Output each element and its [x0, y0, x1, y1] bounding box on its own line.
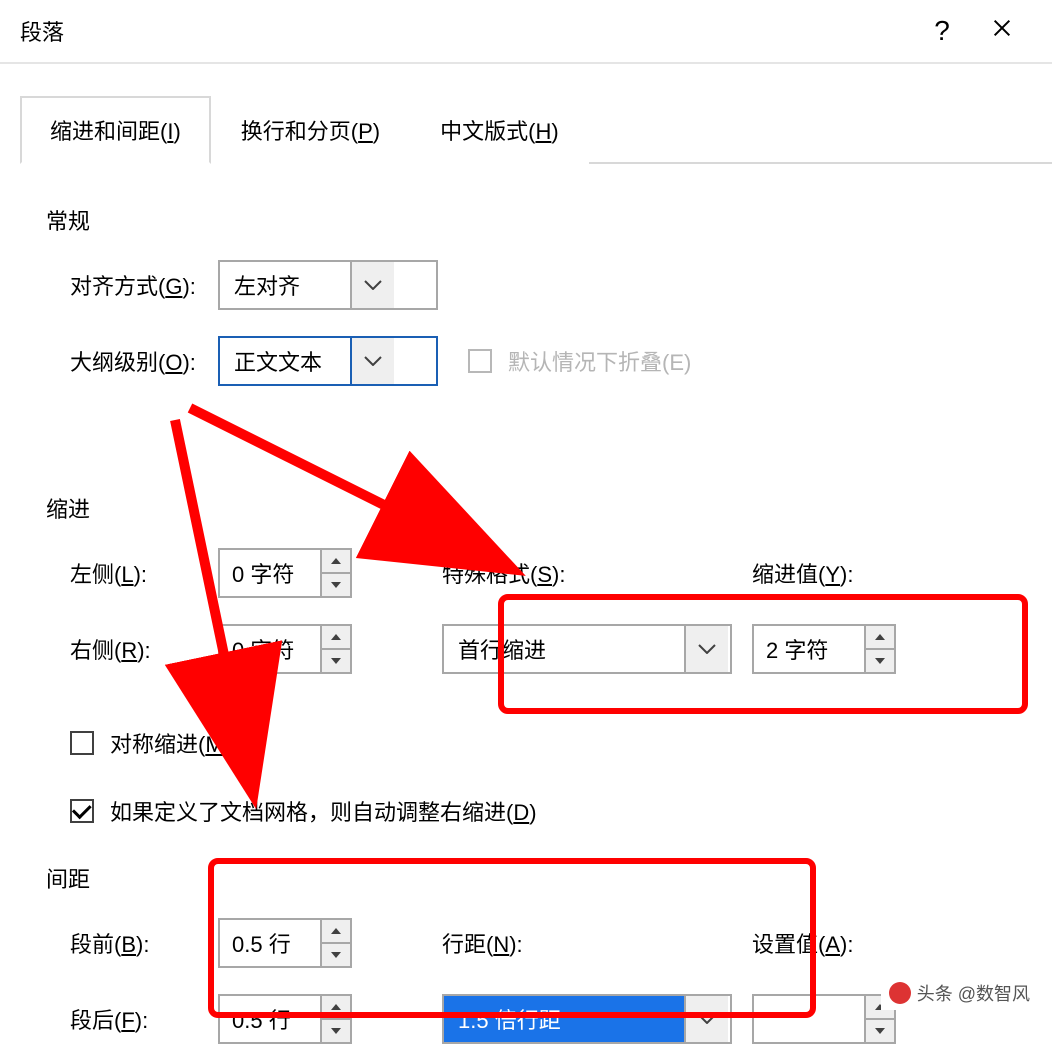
alignment-combo[interactable]: 左对齐	[218, 260, 438, 310]
spacing-at-label: 设置值(A):	[752, 927, 880, 959]
indent-left-label: 左侧(L):	[48, 557, 218, 589]
dialog-title: 段落	[20, 15, 912, 47]
collapse-label: 默认情况下折叠(E)	[508, 345, 691, 377]
watermark: 头条 @数智风	[881, 976, 1038, 1010]
space-before-label: 段前(B):	[48, 927, 218, 959]
indent-left-value: 0 字符	[220, 550, 320, 596]
auto-right-indent-label: 如果定义了文档网格，则自动调整右缩进(D)	[110, 795, 537, 827]
line-spacing-dropdown-button[interactable]	[684, 996, 728, 1042]
chevron-down-icon	[364, 356, 382, 366]
tab-label: 缩进和间距(I)	[50, 119, 181, 144]
chevron-down-icon	[698, 1014, 716, 1024]
spinner-up[interactable]	[322, 996, 350, 1020]
outline-label: 大纲级别(O):	[48, 345, 218, 377]
section-general: 常规	[46, 204, 1004, 236]
triangle-down-icon	[875, 658, 885, 664]
spacing-at-spinner[interactable]	[752, 994, 896, 1044]
triangle-down-icon	[331, 952, 341, 958]
tab-label: 换行和分页(P)	[241, 119, 380, 144]
collapse-checkbox[interactable]	[468, 349, 492, 373]
spinner-up[interactable]	[322, 550, 350, 574]
chevron-down-icon	[364, 280, 382, 290]
mirror-indent-label: 对称缩进(M)	[110, 727, 231, 759]
triangle-up-icon	[331, 634, 341, 640]
watermark-text: 头条 @数智风	[917, 980, 1030, 1006]
spinner-up[interactable]	[322, 920, 350, 944]
spinner-down[interactable]	[322, 650, 350, 672]
space-before-value: 0.5 行	[220, 920, 320, 966]
chevron-down-icon	[698, 644, 716, 654]
triangle-down-icon	[331, 658, 341, 664]
tab-label: 中文版式(H)	[440, 119, 559, 144]
special-format-dropdown-button[interactable]	[684, 626, 728, 672]
tab-pagination[interactable]: 换行和分页(P)	[211, 96, 410, 164]
indent-by-value: 2 字符	[754, 626, 864, 672]
spinner-down[interactable]	[322, 944, 350, 966]
indent-right-spinner[interactable]: 0 字符	[218, 624, 352, 674]
outline-dropdown-button[interactable]	[350, 338, 394, 384]
spinner-down[interactable]	[322, 1020, 350, 1042]
auto-right-indent-checkbox[interactable]	[70, 799, 94, 823]
space-after-label: 段后(F):	[48, 1003, 218, 1035]
indent-right-label: 右侧(R):	[48, 633, 218, 665]
dialog-titlebar: 段落 ?	[0, 0, 1052, 64]
mirror-indent-checkbox[interactable]	[70, 731, 94, 755]
indent-left-spinner[interactable]: 0 字符	[218, 548, 352, 598]
help-button[interactable]: ?	[912, 15, 972, 47]
tab-indent-spacing[interactable]: 缩进和间距(I)	[20, 96, 211, 164]
section-spacing: 间距	[46, 862, 1004, 894]
spinner-up[interactable]	[322, 626, 350, 650]
alignment-dropdown-button[interactable]	[350, 262, 394, 308]
triangle-up-icon	[331, 928, 341, 934]
special-format-combo[interactable]: 首行缩进	[442, 624, 732, 674]
space-after-value: 0.5 行	[220, 996, 320, 1042]
outline-combo[interactable]: 正文文本	[218, 336, 438, 386]
close-button[interactable]	[972, 17, 1032, 45]
space-before-spinner[interactable]: 0.5 行	[218, 918, 352, 968]
line-spacing-label: 行距(N):	[442, 927, 612, 959]
watermark-logo-icon	[889, 982, 911, 1004]
indent-right-value: 0 字符	[220, 626, 320, 672]
spacing-at-value	[754, 996, 864, 1042]
spinner-down[interactable]	[866, 1020, 894, 1042]
spinner-up[interactable]	[866, 626, 894, 650]
triangle-up-icon	[331, 558, 341, 564]
space-after-spinner[interactable]: 0.5 行	[218, 994, 352, 1044]
line-spacing-combo[interactable]: 1.5 倍行距	[442, 994, 732, 1044]
triangle-down-icon	[875, 1028, 885, 1034]
special-format-label: 特殊格式(S):	[442, 557, 612, 589]
indent-by-spinner[interactable]: 2 字符	[752, 624, 896, 674]
spinner-down[interactable]	[322, 574, 350, 596]
triangle-up-icon	[331, 1004, 341, 1010]
outline-value: 正文文本	[220, 338, 350, 384]
section-indent: 缩进	[46, 492, 1004, 524]
alignment-label: 对齐方式(G):	[48, 269, 218, 301]
tab-cjk-layout[interactable]: 中文版式(H)	[410, 96, 589, 164]
special-format-value: 首行缩进	[444, 626, 684, 672]
line-spacing-value: 1.5 倍行距	[444, 996, 684, 1042]
close-icon	[991, 17, 1013, 39]
triangle-down-icon	[331, 582, 341, 588]
spinner-down[interactable]	[866, 650, 894, 672]
indent-by-label: 缩进值(Y):	[752, 557, 880, 589]
dialog-content: 常规 对齐方式(G): 左对齐 大纲级别(O): 正文文本 默认情况下折叠(E)…	[0, 164, 1052, 1044]
alignment-value: 左对齐	[220, 262, 350, 308]
tab-bar: 缩进和间距(I) 换行和分页(P) 中文版式(H)	[20, 94, 1052, 164]
triangle-down-icon	[331, 1028, 341, 1034]
triangle-up-icon	[875, 634, 885, 640]
